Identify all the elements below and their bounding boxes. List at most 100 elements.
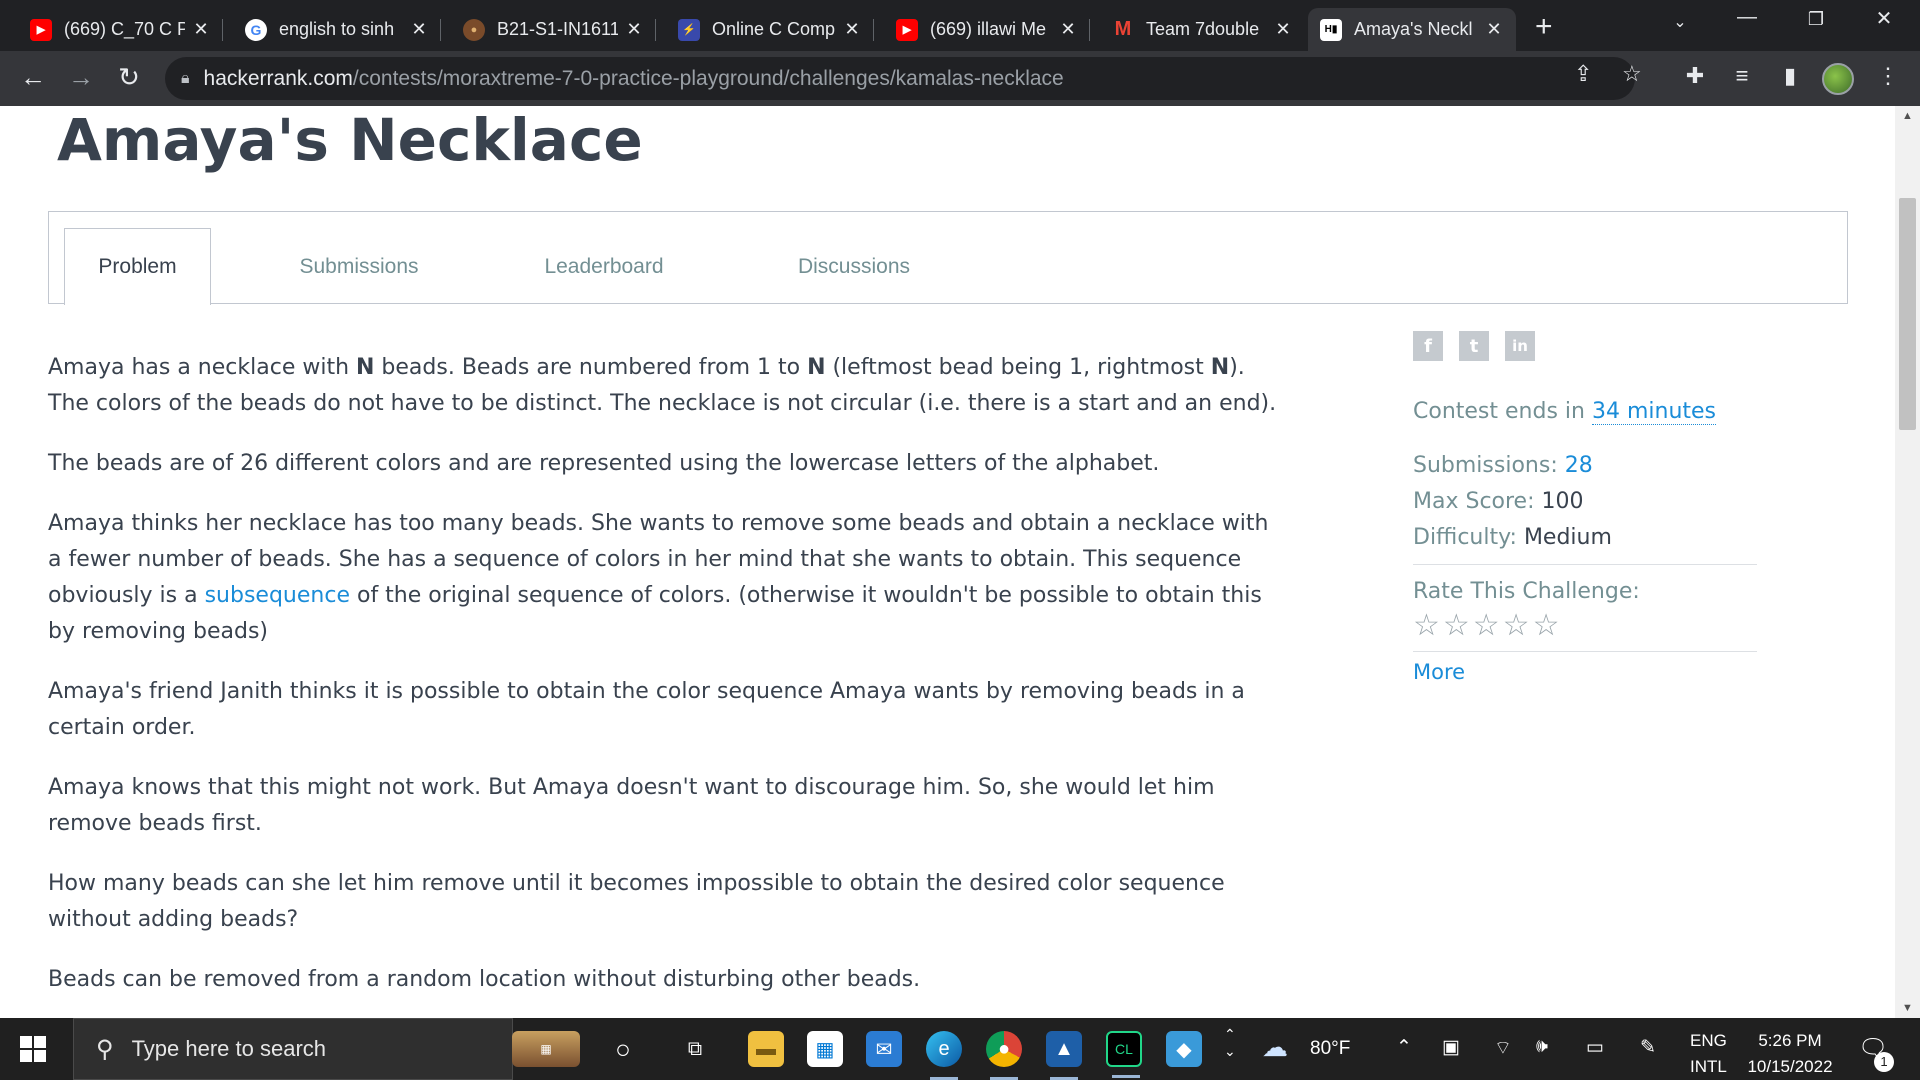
browser-tab-active[interactable]: H▮ Amaya's Neckl ✕: [1308, 8, 1516, 51]
share-icon[interactable]: ⇪: [1574, 61, 1592, 87]
browser-tab[interactable]: ▶ (669) C_70 C Pr ✕: [18, 8, 223, 51]
tab-title: Amaya's Neckl: [1354, 19, 1473, 39]
menu-kebab-icon[interactable]: ⋮: [1873, 63, 1903, 89]
reload-icon[interactable]: ↻: [112, 62, 146, 93]
facebook-icon[interactable]: f: [1413, 331, 1443, 361]
gmail-icon: M: [1114, 18, 1132, 40]
clion-icon[interactable]: CL: [1106, 1031, 1142, 1078]
twitter-icon[interactable]: t: [1459, 331, 1489, 361]
linkedin-icon[interactable]: in: [1505, 331, 1535, 361]
page-scrollbar[interactable]: ▲ ▼: [1895, 106, 1920, 1018]
browser-toolbar: ← → ↻ 🔒︎ hackerrank.com/contests/moraxtr…: [0, 51, 1920, 106]
search-highlight-icon[interactable]: ▦: [512, 1031, 580, 1067]
browser-tab[interactable]: ● B21-S1-IN1611 ✕: [451, 8, 656, 51]
side-panel-icon[interactable]: ▮: [1775, 63, 1805, 89]
more-link[interactable]: More: [1413, 660, 1757, 684]
divider: [1413, 564, 1757, 565]
url-path: /contests/moraxtreme-7-0-practice-playgr…: [352, 66, 1064, 90]
url-domain: hackerrank.com: [203, 66, 353, 90]
bookmark-star-icon[interactable]: ☆: [1622, 61, 1642, 87]
browser-tab[interactable]: ⚡ Online C Comp ✕: [666, 8, 874, 51]
meet-now-icon[interactable]: ▣: [1442, 1036, 1460, 1059]
tab-problem[interactable]: Problem: [64, 228, 211, 305]
volume-icon[interactable]: 🕪︎: [1536, 1036, 1548, 1058]
difficulty-stat: Difficulty: Medium: [1413, 520, 1757, 556]
language-indicator[interactable]: ENG INTL: [1690, 1028, 1727, 1080]
close-tab-icon[interactable]: ✕: [842, 19, 862, 40]
scroll-down-icon[interactable]: ▼: [1902, 1002, 1913, 1014]
lock-icon: 🔒︎: [181, 69, 190, 87]
close-tab-icon[interactable]: ✕: [624, 19, 644, 40]
tab-title: (669) C_70 C Pr: [64, 19, 185, 39]
stat-value: 100: [1541, 489, 1584, 514]
tab-submissions[interactable]: Submissions: [269, 228, 449, 305]
tab-title: Online C Comp: [712, 19, 836, 39]
close-tab-icon[interactable]: ✕: [409, 19, 429, 40]
scrollbar-thumb[interactable]: [1899, 198, 1916, 430]
search-icon: ⚲: [96, 1035, 114, 1063]
browser-tab[interactable]: ▶ (669) illawi Me ✕: [884, 8, 1090, 51]
share-buttons: f t in: [1413, 331, 1757, 361]
problem-statement: Amaya has a necklace with N beads. Beads…: [48, 350, 1288, 1018]
profile-avatar[interactable]: [1822, 63, 1854, 95]
battery-icon[interactable]: ▭: [1586, 1036, 1604, 1059]
file-explorer-icon[interactable]: ▬: [748, 1031, 784, 1067]
subsequence-link[interactable]: subsequence: [205, 583, 350, 608]
notification-count-badge: 1: [1874, 1052, 1894, 1072]
tab-title: Team 7double: [1146, 19, 1260, 39]
stat-label: Submissions:: [1413, 453, 1558, 478]
mail-icon[interactable]: ✉: [866, 1031, 902, 1067]
tab-search-icon[interactable]: ⌄: [1660, 12, 1700, 32]
close-window-button[interactable]: ✕: [1864, 6, 1904, 31]
url-text: hackerrank.com/contests/moraxtreme-7-0-p…: [204, 67, 1064, 91]
lang-top: ENG: [1690, 1031, 1727, 1050]
submissions-count-link[interactable]: 28: [1565, 453, 1593, 478]
rating-stars[interactable]: ☆☆☆☆☆: [1413, 608, 1757, 643]
microsoft-store-icon[interactable]: ▦: [807, 1031, 843, 1067]
google-icon: G: [245, 18, 267, 41]
weather-temperature[interactable]: 80°F: [1310, 1038, 1350, 1060]
chrome-icon[interactable]: ●: [986, 1031, 1022, 1080]
notes-app-icon[interactable]: ◆: [1166, 1031, 1202, 1067]
tab-discussions[interactable]: Discussions: [759, 228, 949, 305]
browser-tab[interactable]: G english to sinh ✕: [233, 8, 441, 51]
cortana-icon[interactable]: ○: [605, 1031, 641, 1067]
contest-timer: Contest ends in 34 minutes: [1413, 399, 1757, 425]
wifi-icon[interactable]: ⌔: [1494, 1036, 1512, 1060]
stat-label: Max Score:: [1413, 489, 1535, 514]
max-score-stat: Max Score: 100: [1413, 484, 1757, 520]
pen-icon[interactable]: ✎: [1640, 1036, 1656, 1059]
taskbar-search-box[interactable]: ⚲ Type here to search: [73, 1018, 513, 1080]
scroll-up-icon[interactable]: ▲: [1902, 110, 1913, 122]
paragraph: Amaya knows that this might not work. Bu…: [48, 775, 1215, 836]
stat-value: Medium: [1523, 525, 1612, 550]
forward-arrow-icon[interactable]: →: [64, 62, 98, 93]
windows-start-icon[interactable]: [20, 1036, 46, 1062]
contest-label: Contest ends in: [1413, 399, 1592, 424]
photos-icon[interactable]: ▲: [1046, 1031, 1082, 1080]
close-tab-icon[interactable]: ✕: [191, 19, 211, 40]
text: (leftmost bead being 1, rightmost: [825, 355, 1211, 380]
address-bar[interactable]: 🔒︎ hackerrank.com/contests/moraxtreme-7-…: [165, 57, 1635, 100]
close-tab-icon[interactable]: ✕: [1058, 19, 1078, 40]
task-view-icon[interactable]: ⧉: [677, 1031, 713, 1067]
cloud-weather-icon: ☁: [1262, 1032, 1288, 1062]
back-arrow-icon[interactable]: ←: [16, 62, 50, 93]
overflow-chevron-icon[interactable]: ⌃ ⌄: [1224, 1026, 1236, 1060]
clock[interactable]: 5:26 PM 10/15/2022: [1742, 1028, 1838, 1080]
show-hidden-icons-icon[interactable]: ⌃: [1396, 1036, 1412, 1059]
paragraph: Amaya thinks her necklace has too many b…: [48, 506, 1288, 650]
stat-label: Difficulty:: [1413, 525, 1517, 550]
close-tab-icon[interactable]: ✕: [1273, 19, 1293, 40]
challenge-stats: Submissions: 28 Max Score: 100 Difficult…: [1413, 448, 1757, 556]
extensions-puzzle-icon[interactable]: ✚: [1680, 63, 1710, 89]
tab-leaderboard[interactable]: Leaderboard: [509, 228, 699, 305]
new-tab-button[interactable]: +: [1535, 10, 1553, 44]
minimize-button[interactable]: —: [1727, 6, 1767, 29]
restore-button[interactable]: ❐: [1796, 9, 1836, 30]
browser-tab[interactable]: M Team 7double ✕: [1100, 8, 1305, 51]
edge-icon[interactable]: e: [926, 1031, 962, 1080]
tab-title: english to sinh: [279, 19, 395, 39]
close-tab-icon[interactable]: ✕: [1484, 19, 1504, 40]
media-queue-icon[interactable]: ≡: [1727, 63, 1757, 89]
